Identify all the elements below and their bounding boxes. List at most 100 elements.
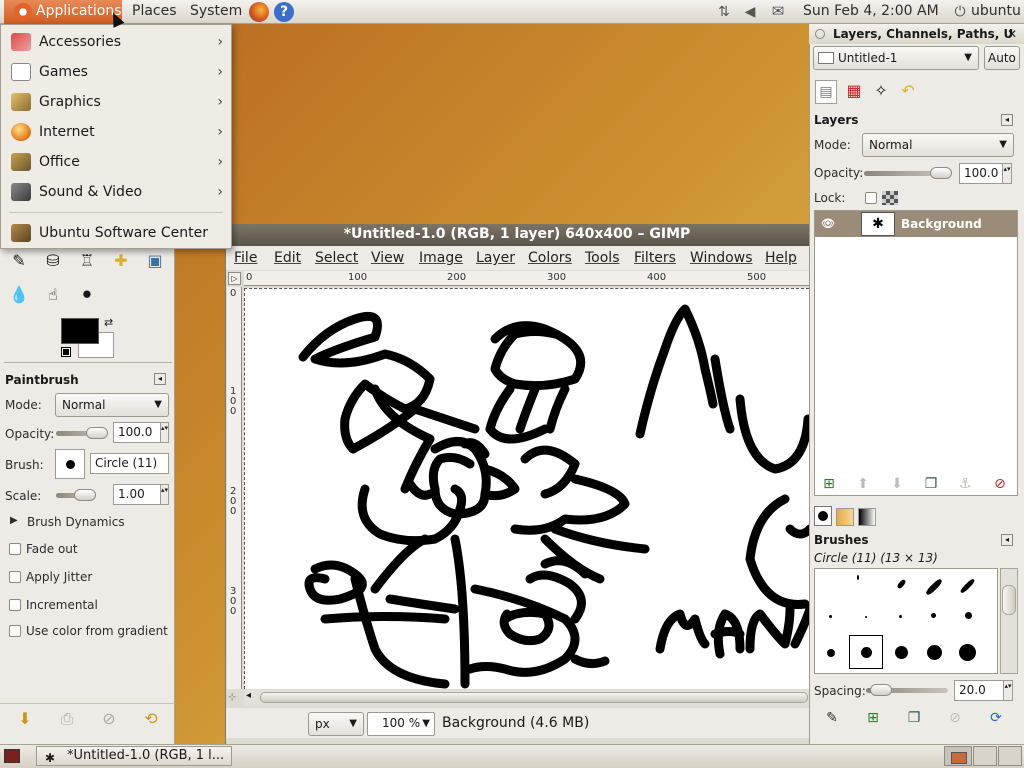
- brushes-scrollbar-thumb[interactable]: [1002, 585, 1016, 615]
- menu-item-software-center[interactable]: Ubuntu Software Center: [1, 218, 231, 248]
- taskbar-item-gimp[interactable]: ✱ *Untitled-1.0 (RGB, 1 l...: [36, 746, 232, 766]
- opacity-slider-knob[interactable]: [86, 427, 108, 439]
- scroll-left-icon[interactable]: ◂: [246, 690, 251, 701]
- menu-file[interactable]: File: [234, 246, 257, 270]
- menu-image[interactable]: Image: [419, 246, 463, 270]
- brush-item[interactable]: [959, 644, 976, 661]
- brush-item[interactable]: [965, 612, 972, 619]
- brush-item[interactable]: [861, 647, 872, 658]
- vertical-ruler[interactable]: 0 100 200 300: [227, 287, 242, 689]
- scale-spin-icon[interactable]: ▴▾: [160, 484, 169, 505]
- tab-channels-icon[interactable]: ▦: [841, 80, 867, 104]
- mail-icon[interactable]: ✉: [770, 3, 786, 19]
- lock-pixels-checkbox[interactable]: [865, 192, 877, 204]
- menu-item-sound-video[interactable]: Sound & Video ›: [1, 177, 231, 207]
- edit-brush-icon[interactable]: ✎: [822, 708, 842, 728]
- brush-item[interactable]: [924, 577, 944, 597]
- horizontal-scrollbar-thumb[interactable]: [260, 692, 808, 703]
- menu-item-graphics[interactable]: Graphics ›: [1, 87, 231, 117]
- spacing-slider-knob[interactable]: [870, 684, 892, 696]
- brush-item[interactable]: [959, 577, 976, 595]
- opacity-input[interactable]: 100.0: [113, 422, 161, 443]
- menu-view[interactable]: View: [371, 246, 404, 270]
- dock-menu-icon[interactable]: [815, 29, 825, 39]
- close-icon[interactable]: ✕: [1004, 27, 1020, 41]
- show-desktop-icon[interactable]: [4, 749, 20, 763]
- menu-item-internet[interactable]: Internet ›: [1, 117, 231, 147]
- tab-paths-icon[interactable]: ✧: [869, 80, 893, 104]
- reset-options-icon[interactable]: ⟲: [140, 708, 162, 730]
- menu-edit[interactable]: Edit: [274, 246, 301, 270]
- anchor-layer-icon[interactable]: ⚓: [955, 474, 975, 494]
- brush-dynamics-expander[interactable]: Brush Dynamics: [27, 515, 125, 529]
- tab-patterns-icon[interactable]: [836, 508, 854, 526]
- trash-icon[interactable]: [998, 746, 1022, 766]
- scale-slider-knob[interactable]: [74, 489, 96, 501]
- opacity-spin-icon[interactable]: ▴▾: [160, 422, 169, 443]
- use-gradient-checkbox[interactable]: [9, 625, 21, 637]
- perspective-clone-tool-icon[interactable]: ▣: [144, 250, 166, 272]
- firefox-icon[interactable]: [249, 2, 269, 22]
- swap-colors-icon[interactable]: ⇄: [104, 316, 113, 329]
- brush-item[interactable]: [896, 578, 907, 590]
- apply-jitter-checkbox[interactable]: [9, 571, 21, 583]
- lock-alpha-icon[interactable]: [882, 191, 898, 205]
- user-menu[interactable]: ubuntu: [971, 0, 1021, 24]
- brush-name-field[interactable]: Circle (11): [90, 453, 169, 474]
- expander-arrow-icon[interactable]: ▶: [10, 515, 18, 526]
- refresh-brushes-icon[interactable]: ⟳: [986, 708, 1006, 728]
- help-icon[interactable]: ?: [274, 2, 294, 22]
- horizontal-scrollbar[interactable]: ◂: [244, 690, 809, 706]
- save-options-icon[interactable]: ⬇: [14, 708, 36, 730]
- duplicate-layer-icon[interactable]: ❐: [921, 474, 941, 494]
- menu-layer[interactable]: Layer: [476, 246, 515, 270]
- tab-brushes-icon[interactable]: [814, 506, 832, 526]
- brush-item[interactable]: [857, 575, 859, 580]
- new-layer-icon[interactable]: ⊞: [819, 474, 839, 494]
- foreground-color-swatch-front[interactable]: [61, 318, 99, 344]
- blur-tool-icon[interactable]: 💧: [8, 284, 30, 306]
- incremental-checkbox[interactable]: [9, 599, 21, 611]
- brush-item[interactable]: [865, 616, 867, 618]
- raise-layer-icon[interactable]: ⬆: [853, 474, 873, 494]
- places-menu[interactable]: Places: [126, 0, 183, 24]
- lower-layer-icon[interactable]: ⬇: [887, 474, 907, 494]
- zoom-select[interactable]: 100 % ▼: [367, 712, 435, 736]
- new-brush-icon[interactable]: ⊞: [863, 708, 883, 728]
- brush-item[interactable]: [927, 645, 942, 660]
- power-icon[interactable]: ⏻: [952, 4, 968, 20]
- tab-gradients-icon[interactable]: [858, 508, 876, 526]
- tab-undo-icon[interactable]: ↶: [895, 80, 921, 104]
- default-colors-icon[interactable]: [61, 347, 71, 357]
- dodge-burn-tool-icon[interactable]: ⚫: [76, 284, 98, 306]
- eye-icon[interactable]: 👁: [821, 217, 835, 230]
- image-window-title[interactable]: *Untitled-1.0 (RGB, 1 layer) 640x400 – G…: [225, 224, 809, 246]
- color-picker-tool-icon[interactable]: ✎: [8, 250, 30, 272]
- restore-options-icon[interactable]: ⎙: [56, 708, 78, 730]
- layer-mode-select[interactable]: Normal ▼: [862, 133, 1014, 157]
- image-select[interactable]: Untitled-1 ▼: [813, 46, 979, 70]
- menu-windows[interactable]: Windows: [690, 246, 753, 270]
- brush-item[interactable]: [827, 649, 835, 657]
- delete-brush-icon[interactable]: ⊘: [945, 708, 965, 728]
- menu-item-accessories[interactable]: Accessories ›: [1, 27, 231, 57]
- quick-mask-corner-icon[interactable]: ▷: [228, 272, 241, 285]
- unit-select[interactable]: px ▼: [308, 712, 364, 736]
- configure-tab-icon[interactable]: ◂: [154, 373, 166, 385]
- delete-layer-icon[interactable]: ⊘: [990, 474, 1010, 494]
- menu-select[interactable]: Select: [315, 246, 358, 270]
- configure-tab-icon[interactable]: ◂: [1001, 114, 1013, 126]
- image-canvas[interactable]: [244, 288, 809, 689]
- layer-opacity-input[interactable]: 100.0: [959, 163, 1003, 184]
- brush-item[interactable]: [895, 646, 908, 659]
- layer-opacity-spin-icon[interactable]: ▴▾: [1002, 163, 1012, 184]
- brushes-grid[interactable]: [814, 568, 998, 674]
- configure-tab-icon[interactable]: ◂: [1001, 534, 1013, 546]
- menu-tools[interactable]: Tools: [585, 246, 620, 270]
- brushes-scrollbar[interactable]: [1000, 568, 1018, 674]
- brush-item[interactable]: [931, 613, 936, 618]
- brush-item[interactable]: [899, 615, 902, 618]
- menu-item-office[interactable]: Office ›: [1, 147, 231, 177]
- menu-colors[interactable]: Colors: [528, 246, 572, 270]
- spacing-spin-icon[interactable]: ▴▾: [1003, 680, 1013, 701]
